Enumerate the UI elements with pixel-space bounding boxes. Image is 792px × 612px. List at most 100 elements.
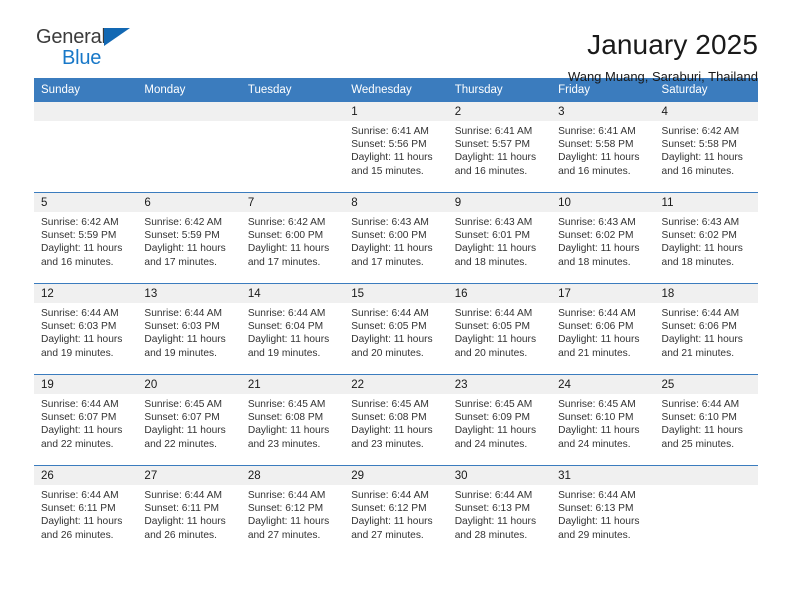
day-cell[interactable]: 13 Sunrise: 6:44 AM Sunset: 6:03 PM Dayligh… <box>137 284 241 374</box>
day-cell[interactable]: 25 Sunrise: 6:44 AM Sunset: 6:10 PM Dayligh… <box>654 375 758 465</box>
calendar-cell[interactable]: 20 Sunrise: 6:45 AM Sunset: 6:07 PM Dayligh… <box>137 374 241 466</box>
day-cell[interactable]: 1 Sunrise: 6:41 AM Sunset: 5:56 PM Daylight… <box>344 102 448 192</box>
column-header-thursday: Thursday <box>447 78 552 102</box>
day-cell[interactable] <box>654 466 758 556</box>
day-cell[interactable]: 24 Sunrise: 6:45 AM Sunset: 6:10 PM Dayligh… <box>551 375 655 465</box>
day-cell[interactable]: 4 Sunrise: 6:42 AM Sunset: 5:58 PM Daylight… <box>654 102 758 192</box>
day-cell[interactable]: 2 Sunrise: 6:41 AM Sunset: 5:57 PM Daylight… <box>447 102 552 192</box>
day-cell[interactable]: 10 Sunrise: 6:43 AM Sunset: 6:02 PM Dayligh… <box>551 193 655 283</box>
day-cell[interactable]: 5 Sunrise: 6:42 AM Sunset: 5:59 PM Daylight… <box>34 193 138 283</box>
sunset-text: Sunset: 6:11 PM <box>41 503 116 515</box>
day-cell[interactable]: 29 Sunrise: 6:44 AM Sunset: 6:12 PM Dayligh… <box>344 466 448 556</box>
calendar-cell[interactable]: 24 Sunrise: 6:45 AM Sunset: 6:10 PM Dayligh… <box>551 374 655 466</box>
day-cell[interactable] <box>240 102 345 192</box>
calendar-cell[interactable]: 14 Sunrise: 6:44 AM Sunset: 6:04 PM Dayligh… <box>240 283 345 375</box>
day-cell[interactable]: 16 Sunrise: 6:44 AM Sunset: 6:05 PM Dayligh… <box>447 284 552 374</box>
day-number: 1 <box>344 102 448 121</box>
day-cell[interactable]: 22 Sunrise: 6:45 AM Sunset: 6:08 PM Dayligh… <box>344 375 448 465</box>
day-cell[interactable] <box>34 102 138 192</box>
day-sun-info: Sunrise: 6:43 AM Sunset: 6:02 PM Daylight:… <box>655 212 758 269</box>
day-number: 27 <box>137 466 241 485</box>
calendar-cell[interactable]: 9 Sunrise: 6:43 AM Sunset: 6:01 PM Daylight… <box>447 192 552 284</box>
calendar-cell[interactable]: 10 Sunrise: 6:43 AM Sunset: 6:02 PM Dayligh… <box>551 192 655 284</box>
calendar-cell[interactable]: 18 Sunrise: 6:44 AM Sunset: 6:06 PM Dayligh… <box>654 283 758 375</box>
sunrise-text: Sunrise: 6:43 AM <box>454 217 533 228</box>
calendar-cell[interactable]: 8 Sunrise: 6:43 AM Sunset: 6:00 PM Daylight… <box>344 192 448 284</box>
calendar-cell[interactable]: 31 Sunrise: 6:44 AM Sunset: 6:13 PM Dayligh… <box>551 465 655 556</box>
daylight-text-line1: Daylight: 11 hours <box>454 516 537 528</box>
day-cell[interactable]: 14 Sunrise: 6:44 AM Sunset: 6:04 PM Dayligh… <box>240 284 345 374</box>
day-cell[interactable] <box>137 102 241 192</box>
day-number: 24 <box>551 375 655 394</box>
calendar-cell[interactable]: 16 Sunrise: 6:44 AM Sunset: 6:05 PM Dayligh… <box>447 283 552 375</box>
calendar-cell[interactable]: 5 Sunrise: 6:42 AM Sunset: 5:59 PM Daylight… <box>34 192 138 284</box>
day-cell[interactable]: 27 Sunrise: 6:44 AM Sunset: 6:11 PM Dayligh… <box>137 466 241 556</box>
day-number: 30 <box>447 466 552 485</box>
day-number: 19 <box>34 375 138 394</box>
day-number: 23 <box>447 375 552 394</box>
calendar-cell[interactable]: 6 Sunrise: 6:42 AM Sunset: 5:59 PM Daylight… <box>137 192 241 284</box>
day-number <box>34 102 138 121</box>
sunrise-text: Sunrise: 6:45 AM <box>454 399 533 410</box>
calendar-cell[interactable]: 21 Sunrise: 6:45 AM Sunset: 6:08 PM Dayligh… <box>240 374 345 466</box>
sunrise-text: Sunrise: 6:41 AM <box>454 126 533 137</box>
daylight-text-line2: and 27 minutes. <box>351 529 424 541</box>
calendar-cell[interactable]: 15 Sunrise: 6:44 AM Sunset: 6:05 PM Dayligh… <box>344 283 448 375</box>
day-cell[interactable]: 6 Sunrise: 6:42 AM Sunset: 5:59 PM Daylight… <box>137 193 241 283</box>
calendar-cell[interactable]: 17 Sunrise: 6:44 AM Sunset: 6:06 PM Dayligh… <box>551 283 655 375</box>
day-cell[interactable]: 21 Sunrise: 6:45 AM Sunset: 6:08 PM Dayligh… <box>240 375 345 465</box>
daylight-text-line1: Daylight: 11 hours <box>351 243 433 255</box>
calendar-cell[interactable] <box>34 102 138 193</box>
day-cell[interactable]: 23 Sunrise: 6:45 AM Sunset: 6:09 PM Dayligh… <box>447 375 552 465</box>
calendar-cell[interactable]: 29 Sunrise: 6:44 AM Sunset: 6:12 PM Dayligh… <box>344 465 448 556</box>
column-header-wednesday: Wednesday <box>344 78 448 102</box>
day-sun-info: Sunrise: 6:45 AM Sunset: 6:09 PM Daylight:… <box>448 394 551 451</box>
calendar-cell[interactable]: 3 Sunrise: 6:41 AM Sunset: 5:58 PM Daylight… <box>551 102 655 193</box>
calendar-cell[interactable]: 26 Sunrise: 6:44 AM Sunset: 6:11 PM Dayligh… <box>34 465 138 556</box>
day-cell[interactable]: 26 Sunrise: 6:44 AM Sunset: 6:11 PM Dayligh… <box>34 466 138 556</box>
day-cell[interactable]: 19 Sunrise: 6:44 AM Sunset: 6:07 PM Dayligh… <box>34 375 138 465</box>
calendar-cell[interactable]: 13 Sunrise: 6:44 AM Sunset: 6:03 PM Dayligh… <box>137 283 241 375</box>
day-cell[interactable]: 8 Sunrise: 6:43 AM Sunset: 6:00 PM Daylight… <box>344 193 448 283</box>
day-cell[interactable]: 18 Sunrise: 6:44 AM Sunset: 6:06 PM Dayligh… <box>654 284 758 374</box>
day-cell[interactable]: 28 Sunrise: 6:44 AM Sunset: 6:12 PM Dayligh… <box>240 466 345 556</box>
calendar-cell[interactable]: 1 Sunrise: 6:41 AM Sunset: 5:56 PM Daylight… <box>344 102 448 193</box>
day-cell[interactable]: 15 Sunrise: 6:44 AM Sunset: 6:05 PM Dayligh… <box>344 284 448 374</box>
day-number <box>654 466 758 485</box>
calendar-cell[interactable]: 12 Sunrise: 6:44 AM Sunset: 6:03 PM Dayligh… <box>34 283 138 375</box>
daylight-text-line1: Daylight: 11 hours <box>351 334 433 346</box>
calendar-cell[interactable]: 30 Sunrise: 6:44 AM Sunset: 6:13 PM Dayligh… <box>447 465 552 556</box>
calendar-cell[interactable]: 28 Sunrise: 6:44 AM Sunset: 6:12 PM Dayligh… <box>240 465 345 556</box>
day-cell[interactable]: 9 Sunrise: 6:43 AM Sunset: 6:01 PM Daylight… <box>447 193 552 283</box>
calendar-cell[interactable]: 23 Sunrise: 6:45 AM Sunset: 6:09 PM Dayligh… <box>447 374 552 466</box>
sunrise-text: Sunrise: 6:44 AM <box>351 490 429 501</box>
calendar-cell[interactable]: 7 Sunrise: 6:42 AM Sunset: 6:00 PM Daylight… <box>240 192 345 284</box>
daylight-text-line1: Daylight: 11 hours <box>351 516 433 528</box>
day-cell[interactable]: 3 Sunrise: 6:41 AM Sunset: 5:58 PM Daylight… <box>551 102 655 192</box>
day-cell[interactable]: 20 Sunrise: 6:45 AM Sunset: 6:07 PM Dayligh… <box>137 375 241 465</box>
calendar-cell[interactable]: 4 Sunrise: 6:42 AM Sunset: 5:58 PM Daylight… <box>654 102 758 193</box>
calendar-cell[interactable] <box>240 102 345 193</box>
calendar-cell[interactable]: 19 Sunrise: 6:44 AM Sunset: 6:07 PM Dayligh… <box>34 374 138 466</box>
day-number: 25 <box>654 375 758 394</box>
calendar-cell[interactable]: 2 Sunrise: 6:41 AM Sunset: 5:57 PM Daylight… <box>447 102 552 193</box>
sunset-text: Sunset: 5:58 PM <box>558 139 634 151</box>
generalblue-logo[interactable]: General Blue <box>34 26 154 78</box>
day-cell[interactable]: 17 Sunrise: 6:44 AM Sunset: 6:06 PM Dayligh… <box>551 284 655 374</box>
calendar-cell[interactable] <box>137 102 241 193</box>
day-cell[interactable]: 11 Sunrise: 6:43 AM Sunset: 6:02 PM Dayligh… <box>654 193 758 283</box>
calendar-cell[interactable]: 22 Sunrise: 6:45 AM Sunset: 6:08 PM Dayligh… <box>344 374 448 466</box>
day-cell[interactable]: 7 Sunrise: 6:42 AM Sunset: 6:00 PM Daylight… <box>240 193 345 283</box>
day-cell[interactable]: 31 Sunrise: 6:44 AM Sunset: 6:13 PM Dayligh… <box>551 466 655 556</box>
sunrise-text: Sunrise: 6:44 AM <box>454 308 533 319</box>
sunrise-text: Sunrise: 6:43 AM <box>351 217 429 228</box>
day-number <box>240 102 345 121</box>
calendar-cell[interactable]: 11 Sunrise: 6:43 AM Sunset: 6:02 PM Dayligh… <box>654 192 758 284</box>
calendar-cell[interactable]: 25 Sunrise: 6:44 AM Sunset: 6:10 PM Dayligh… <box>654 374 758 466</box>
day-cell[interactable]: 12 Sunrise: 6:44 AM Sunset: 6:03 PM Dayligh… <box>34 284 138 374</box>
day-cell[interactable]: 30 Sunrise: 6:44 AM Sunset: 6:13 PM Dayligh… <box>447 466 552 556</box>
sunrise-text: Sunrise: 6:42 AM <box>41 217 119 228</box>
calendar-cell[interactable]: 27 Sunrise: 6:44 AM Sunset: 6:11 PM Dayligh… <box>137 465 241 556</box>
column-header-monday: Monday <box>137 78 241 102</box>
calendar-cell[interactable] <box>654 465 758 556</box>
